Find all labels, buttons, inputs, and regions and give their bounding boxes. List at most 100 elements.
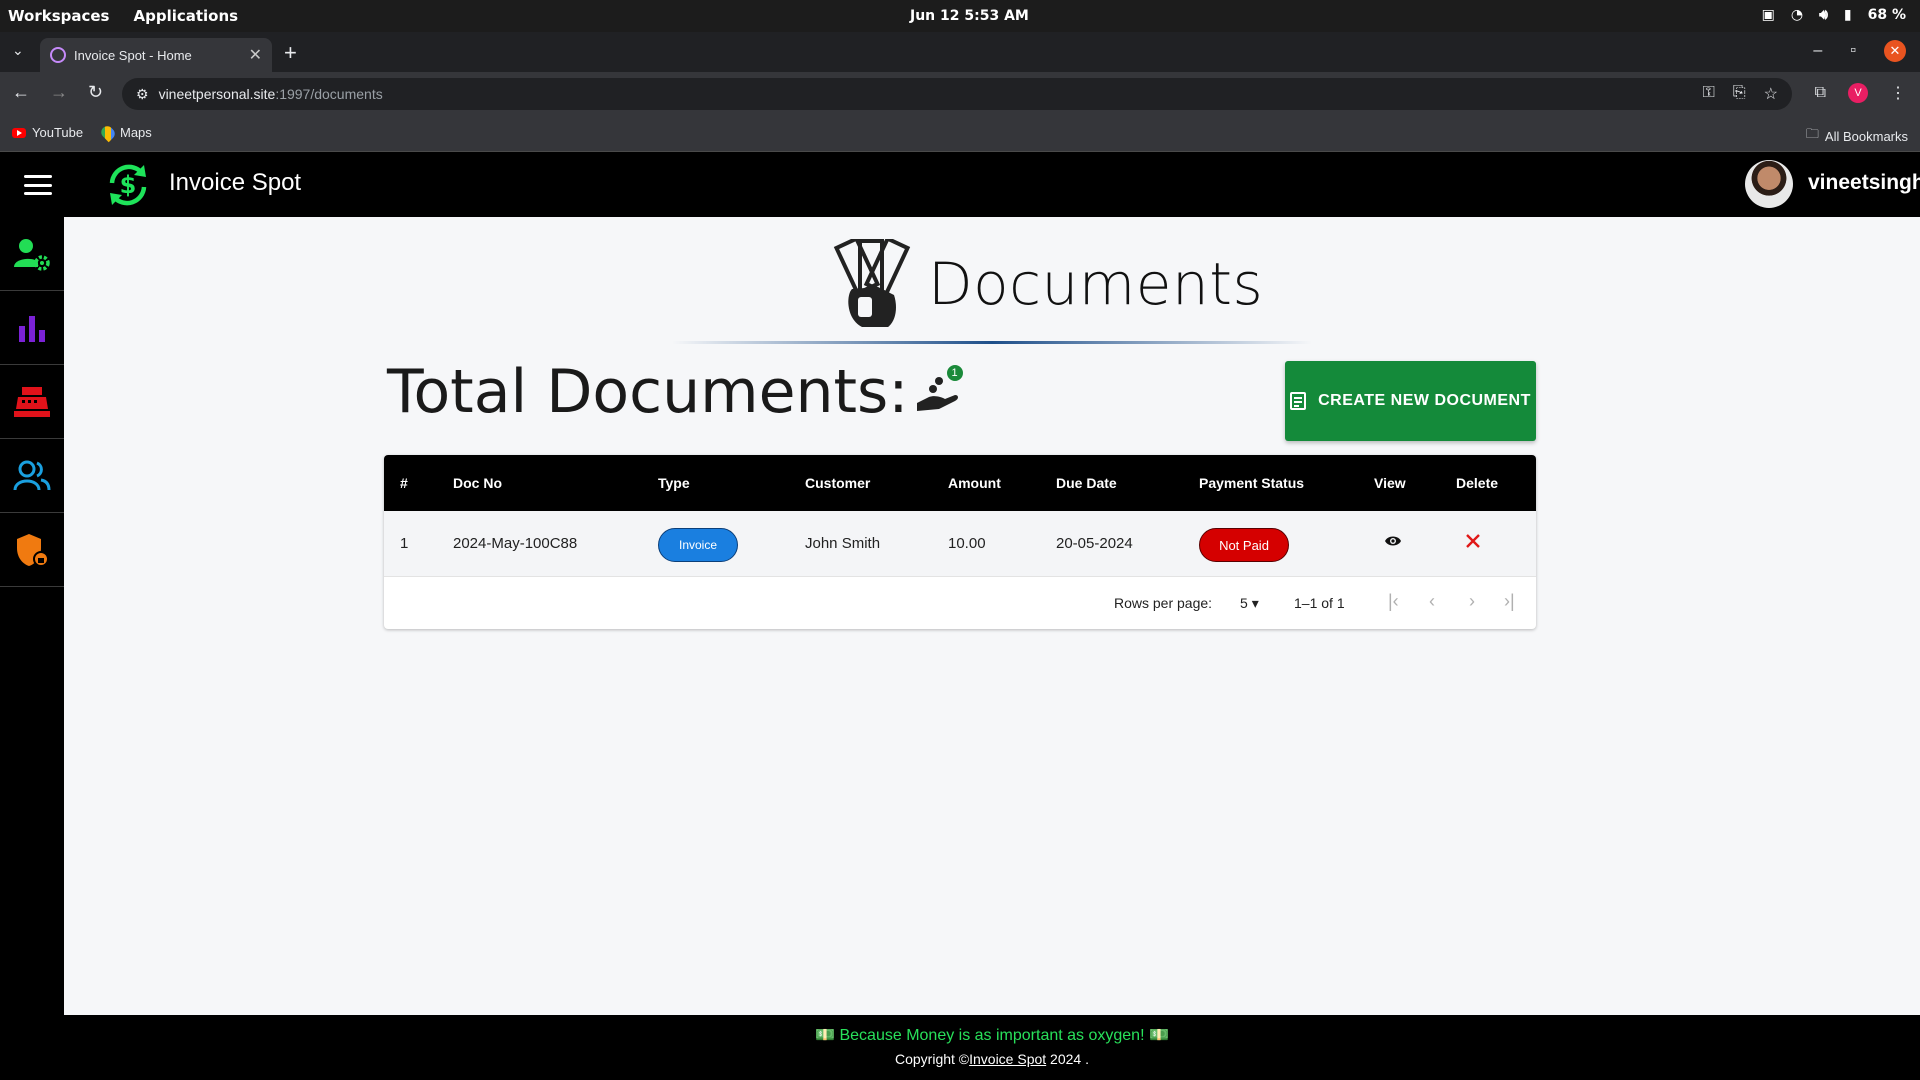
table-pagination: Rows per page: 5 ▾ 1–1 of 1 |‹ ‹ › ›| <box>384 577 1536 629</box>
copyright-prefix: Copyright © <box>894 1051 970 1067</box>
applications-menu[interactable]: Applications <box>133 7 238 25</box>
page-title-row: Documents <box>832 239 1263 329</box>
sidebar-item-customers[interactable] <box>0 439 64 513</box>
address-bar[interactable]: ⚙ vineetpersonal.site:1997/documents ⚿ ⎘… <box>122 78 1792 110</box>
browser-toolbar: ← → ↻ ⚙ vineetpersonal.site:1997/documen… <box>0 72 1920 116</box>
youtube-icon <box>12 127 26 138</box>
payment-status-chip[interactable]: Not Paid <box>1199 528 1289 562</box>
tab-search-icon[interactable]: ⌄ <box>12 42 24 59</box>
bar-chart-icon <box>19 315 45 342</box>
due-date: 20-05-2024 <box>1056 535 1133 552</box>
sidebar-item-admin[interactable] <box>0 513 64 587</box>
column-header[interactable]: Type <box>658 475 690 491</box>
browser-tabstrip: ⌄ Invoice Spot - Home ✕ + – ▫ ✕ <box>0 32 1920 72</box>
extensions-icon[interactable]: ⧉ <box>1815 84 1826 102</box>
minimize-icon[interactable]: – <box>1813 42 1822 60</box>
column-header[interactable]: View <box>1374 475 1406 491</box>
site-info-icon[interactable]: ⚙ <box>136 86 149 103</box>
username[interactable]: vineetsingh <box>1808 171 1920 195</box>
bookmark-youtube[interactable]: YouTube <box>12 125 83 140</box>
customer-name: John Smith <box>805 535 881 552</box>
doc-number: 2024-May-100C88 <box>453 535 578 552</box>
maximize-icon[interactable]: ▫ <box>1850 42 1856 60</box>
url-host: vineetpersonal.site <box>158 86 276 102</box>
documents-table: # Doc No Type Customer Amount Due Date P… <box>384 455 1536 629</box>
url-path: :1997/documents <box>275 86 383 102</box>
sidebar-item-user-settings[interactable] <box>0 217 64 291</box>
type-chip: Invoice <box>658 528 738 562</box>
page-title: Documents <box>928 250 1264 318</box>
money-hand-icon <box>833 239 911 327</box>
first-page-icon[interactable]: |‹ <box>1388 591 1399 612</box>
all-bookmarks[interactable]: 🗀 All Bookmarks <box>1806 125 1908 147</box>
footer-copyright: Copyright ©Invoice Spot 2024 . <box>64 1051 1920 1067</box>
user-settings-icon <box>14 238 50 271</box>
copyright-link[interactable]: Invoice Spot <box>969 1051 1046 1067</box>
delete-x-icon[interactable] <box>1465 533 1481 549</box>
column-header[interactable]: Payment Status <box>1199 475 1304 491</box>
total-documents-badge: 1 <box>915 363 967 433</box>
install-app-icon[interactable]: ⎘ <box>1733 84 1746 104</box>
profile-avatar[interactable]: V <box>1848 83 1868 103</box>
column-header[interactable]: Amount <box>948 475 1001 491</box>
title-divider <box>672 341 1312 344</box>
rows-per-page-label: Rows per page: <box>1114 595 1213 611</box>
volume-icon[interactable]: 🔊︎ <box>1819 7 1828 23</box>
tab-title: Invoice Spot - Home <box>74 47 192 63</box>
view-eye-icon[interactable] <box>1384 534 1402 548</box>
all-bookmarks-label: All Bookmarks <box>1824 128 1908 144</box>
new-tab-icon[interactable]: + <box>284 40 297 66</box>
menu-icon[interactable] <box>24 175 52 195</box>
pagination-range: 1–1 of 1 <box>1294 595 1345 611</box>
bookmark-star-icon[interactable]: ☆ <box>1764 84 1778 104</box>
browser-tab[interactable]: Invoice Spot - Home ✕ <box>40 38 272 72</box>
forward-icon[interactable]: → <box>50 82 68 103</box>
rows-per-page-value: 5 <box>1240 595 1248 611</box>
folder-icon: 🗀 <box>1805 126 1819 141</box>
bookmark-label: YouTube <box>32 125 84 140</box>
reload-icon[interactable]: ↻ <box>88 82 103 103</box>
wifi-icon[interactable]: ◔ <box>1791 7 1803 23</box>
sidebar <box>0 217 64 1015</box>
main-content: Documents Total Documents: 1 CREATE NEW … <box>64 217 1920 1015</box>
battery-percent: 68 % <box>1867 7 1906 23</box>
bookmark-label: Maps <box>120 125 152 140</box>
user-avatar[interactable] <box>1745 160 1793 208</box>
copyright-suffix: 2024 . <box>1046 1051 1089 1067</box>
workspaces-menu[interactable]: Workspaces <box>8 7 109 25</box>
create-button-label: CREATE NEW DOCUMENT <box>1318 392 1531 409</box>
table-header: # Doc No Type Customer Amount Due Date P… <box>384 455 1536 511</box>
users-icon <box>13 460 51 490</box>
os-top-bar: Workspaces Applications Jun 12 5:53 AM ▣… <box>0 0 1920 32</box>
column-header[interactable]: # <box>400 475 408 491</box>
back-icon[interactable]: ← <box>12 82 30 103</box>
app-title[interactable]: Invoice Spot <box>169 169 301 197</box>
column-header[interactable]: Due Date <box>1056 475 1117 491</box>
password-key-icon[interactable]: ⚿ <box>1703 84 1715 104</box>
sidebar-item-billing[interactable] <box>0 365 64 439</box>
document-icon <box>1290 392 1307 410</box>
sidebar-item-reports[interactable] <box>0 291 64 365</box>
shield-lock-icon <box>17 533 49 567</box>
app-footer: 💵 Because Money is as important as oxyge… <box>64 1015 1920 1080</box>
last-page-icon[interactable]: ›| <box>1504 591 1515 612</box>
rows-per-page-select[interactable]: 5 ▾ <box>1240 595 1259 612</box>
maps-icon <box>98 123 118 142</box>
dollar-sync-logo-icon[interactable]: $ <box>104 161 152 209</box>
create-new-document-button[interactable]: CREATE NEW DOCUMENT <box>1285 361 1536 441</box>
prev-page-icon[interactable]: ‹ <box>1429 591 1435 612</box>
bookmark-maps[interactable]: Maps <box>98 123 152 142</box>
column-header[interactable]: Customer <box>805 475 870 491</box>
tab-close-icon[interactable]: ✕ <box>249 45 262 65</box>
next-page-icon[interactable]: › <box>1469 591 1475 612</box>
table-row: 1 2024-May-100C88 Invoice John Smith 10.… <box>384 511 1536 577</box>
screen-icon[interactable]: ▣ <box>1762 7 1775 23</box>
bookmarks-bar: YouTube Maps 🗀 All Bookmarks <box>0 116 1920 152</box>
window-close-icon[interactable]: ✕ <box>1884 40 1906 62</box>
browser-menu-icon[interactable]: ⋮ <box>1890 83 1906 103</box>
column-header[interactable]: Delete <box>1456 475 1498 491</box>
os-clock[interactable]: Jun 12 5:53 AM <box>910 8 1029 24</box>
battery-icon[interactable]: ▮ <box>1844 7 1852 23</box>
column-header[interactable]: Doc No <box>453 475 502 491</box>
cash-register-icon <box>14 386 50 417</box>
